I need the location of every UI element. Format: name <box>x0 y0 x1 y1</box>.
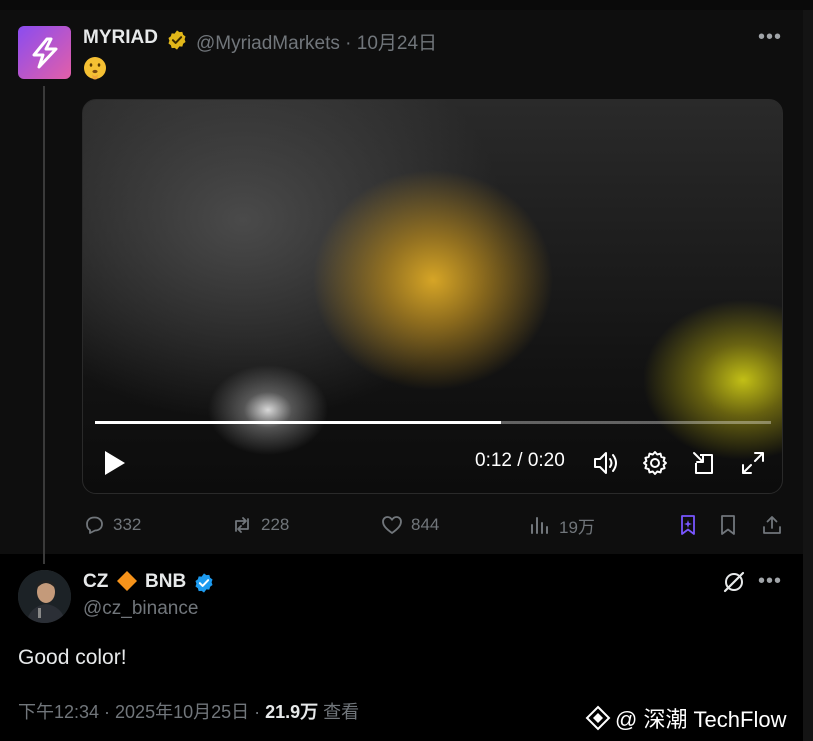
grok-icon[interactable] <box>721 569 747 595</box>
orange-diamond-icon <box>117 571 137 591</box>
thread-connector-line <box>43 86 45 564</box>
cz-photo <box>18 570 71 623</box>
like-count: 844 <box>411 515 440 534</box>
video-player[interactable]: 0:12 / 0:20 <box>82 99 783 494</box>
author-name[interactable]: MYRIAD <box>83 27 158 49</box>
top-strip <box>0 0 813 10</box>
reply-more-options-icon[interactable]: ••• <box>758 570 782 593</box>
views-count: 19万 <box>559 517 595 537</box>
like-action[interactable]: 844 <box>380 512 439 538</box>
scrollbar[interactable] <box>803 10 813 741</box>
blue-verified-badge-icon[interactable] <box>193 572 215 594</box>
views-label: 查看 <box>318 702 360 722</box>
tweet-meta: 下午12:34 · 2025年10月25日 · 21.9万 查看 <box>18 698 359 724</box>
video-progress-fill <box>95 421 501 424</box>
video-progress-bar[interactable] <box>95 421 771 424</box>
bookmark-icon <box>721 515 735 535</box>
shushing-face-emoji <box>84 57 106 80</box>
heart-icon <box>382 516 402 534</box>
bookmark-action[interactable] <box>716 512 740 538</box>
tweet-timestamp[interactable]: 下午12:34 · 2025年10月25日 · <box>18 702 265 722</box>
views-total: 21.9万 <box>265 702 319 722</box>
techflow-logo-icon <box>585 705 611 731</box>
reply-tweet-text: Good color! <box>18 646 127 669</box>
settings-gear-icon[interactable] <box>641 449 669 477</box>
myriad-avatar[interactable] <box>18 26 71 79</box>
watermark-text: @ 深潮 TechFlow <box>615 707 787 732</box>
retweet-icon <box>235 517 249 533</box>
share-icon <box>763 516 781 534</box>
reply-count: 332 <box>113 515 142 534</box>
handle-and-date[interactable]: @MyriadMarkets · 10月24日 <box>196 28 437 55</box>
cz-avatar[interactable] <box>18 570 71 623</box>
volume-icon[interactable] <box>592 449 620 477</box>
reply-author-name[interactable]: CZ <box>83 571 108 593</box>
reply-author-name-suffix[interactable]: BNB <box>145 571 186 593</box>
analytics-icon <box>531 517 548 534</box>
share-action[interactable] <box>760 512 784 538</box>
gold-verified-badge-icon[interactable] <box>166 29 188 51</box>
grok-bookmark-action[interactable] <box>676 512 700 538</box>
reply-icon <box>86 516 103 534</box>
fullscreen-icon[interactable] <box>739 449 767 477</box>
bookmark-sparkle-icon <box>681 515 695 535</box>
video-time: 0:12 / 0:20 <box>475 450 565 471</box>
reply-handle[interactable]: @cz_binance <box>83 598 198 620</box>
views-action[interactable]: 19万 <box>528 512 595 538</box>
myriad-logo-icon <box>32 37 57 68</box>
play-icon[interactable] <box>101 448 129 478</box>
retweet-action[interactable]: 228 <box>230 512 289 538</box>
reply-action[interactable]: 332 <box>82 512 141 538</box>
retweet-count: 228 <box>261 515 290 534</box>
picture-in-picture-icon[interactable] <box>690 449 718 477</box>
more-options-icon[interactable]: ••• <box>758 26 782 49</box>
techflow-watermark: @ 深潮 TechFlow <box>585 702 786 734</box>
